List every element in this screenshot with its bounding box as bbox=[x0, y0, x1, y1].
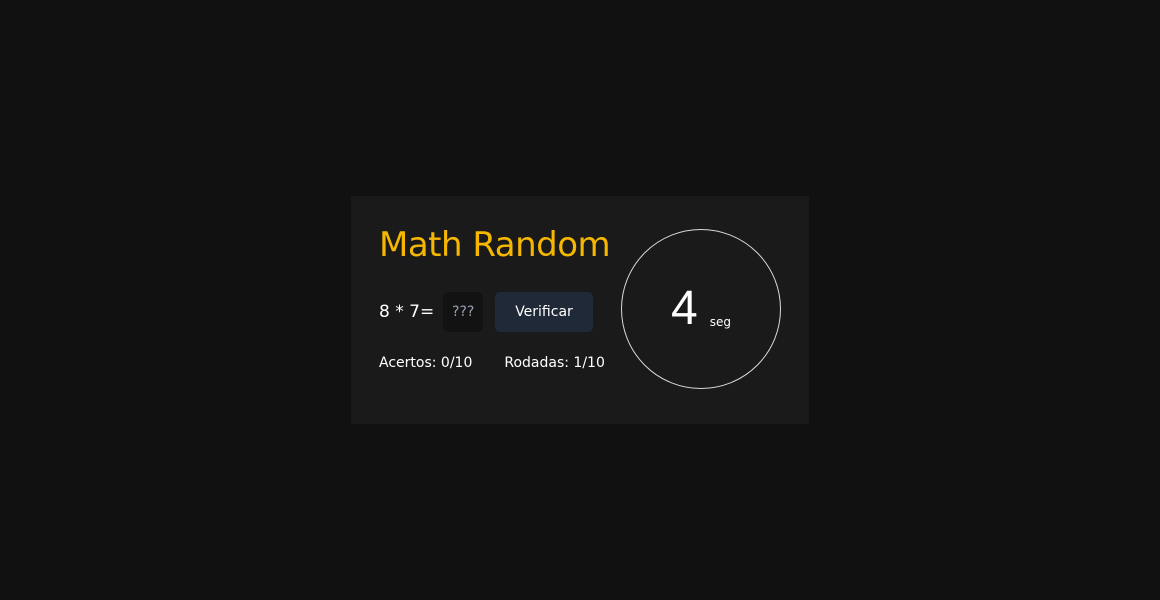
math-expression: 8 * 7= bbox=[379, 302, 435, 322]
question-row: 8 * 7= Verificar bbox=[379, 292, 593, 332]
verify-button[interactable]: Verificar bbox=[495, 292, 593, 332]
timer-unit: seg bbox=[709, 315, 731, 329]
answer-input[interactable] bbox=[443, 292, 484, 332]
timer-value: 4 bbox=[671, 282, 698, 335]
page-title: Math Random bbox=[379, 225, 611, 265]
countdown-timer: 4 seg bbox=[621, 229, 781, 389]
stats: Acertos: 0/10 Rodadas: 1/10 bbox=[379, 355, 605, 371]
hits-counter: Acertos: 0/10 bbox=[379, 355, 473, 371]
rounds-counter: Rodadas: 1/10 bbox=[504, 355, 605, 371]
game-card: Math Random 8 * 7= Verificar Acertos: 0/… bbox=[351, 196, 809, 424]
